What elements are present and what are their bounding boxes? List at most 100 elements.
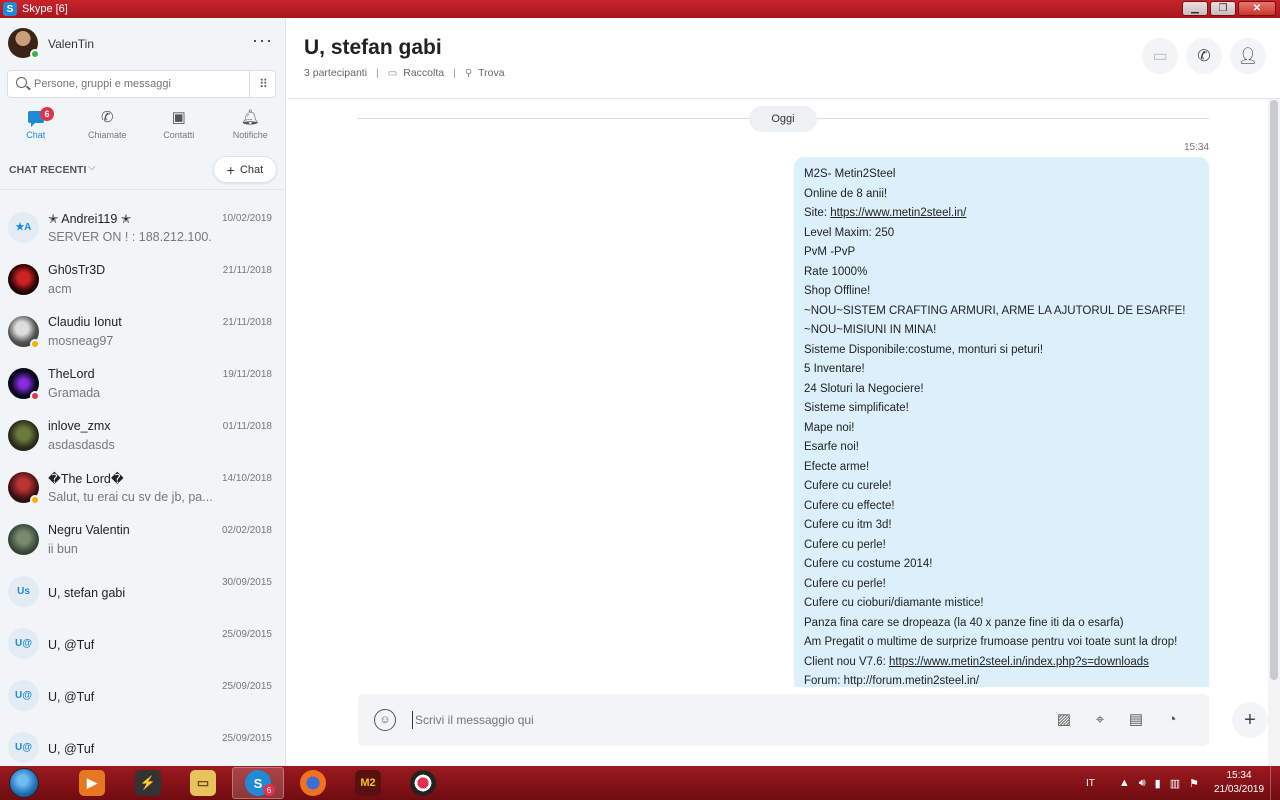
conversation-meta: 3 partecipanti | ▭ Raccolta | ⚲ Trova	[304, 67, 505, 79]
message-line: Panza fina care se dropeaza (la 40 x pan…	[804, 616, 1124, 629]
chat-preview: asdasdasds	[48, 438, 115, 452]
chat-date: 25/09/2015	[221, 733, 272, 744]
scrollbar[interactable]	[1268, 99, 1280, 766]
contact-card-icon[interactable]: ▤	[1124, 706, 1148, 732]
audio-call-button[interactable]: ✆	[1186, 38, 1222, 74]
chat-preview: SERVER ON ! : 188.212.100.	[48, 230, 212, 244]
chat-preview: Gramada	[48, 386, 101, 400]
window-title: Skype [6]	[22, 3, 68, 15]
chat-list-item[interactable]: Negru Valentin 02/02/2018 ii bun	[0, 515, 285, 567]
tab-notifications[interactable]: 🔔︎ Notifiche	[215, 106, 286, 152]
new-chat-label: Chat	[239, 163, 264, 176]
chat-name: Gh0sTr3D	[48, 263, 106, 277]
plus-icon: +	[226, 161, 235, 178]
chat-date: 21/11/2018	[222, 317, 272, 328]
add-participant-button[interactable]: 👤︎	[1230, 38, 1266, 74]
clock-time: 15:34	[1226, 770, 1252, 781]
tray-arrow-icon[interactable]: ▲	[1119, 777, 1130, 789]
lightning-app-icon: ⚡	[135, 770, 161, 796]
system-clock[interactable]: 15:34 21/03/2019	[1208, 769, 1270, 797]
skype-icon: S	[3, 2, 17, 16]
language-indicator[interactable]: IT	[1086, 778, 1095, 789]
profile-name[interactable]: ValenTin	[48, 37, 94, 51]
taskbar-firefox[interactable]	[287, 767, 339, 799]
chat-name: Negru Valentin	[48, 523, 130, 537]
chat-list-item[interactable]: Claudiu Ionut 21/11/2018 mosneag97	[0, 307, 285, 359]
network-icon[interactable]: ▥	[1170, 777, 1180, 790]
scrollbar-thumb[interactable]	[1270, 100, 1278, 680]
chat-date: 21/11/2018	[222, 265, 272, 276]
message-line: PvM -PvP	[804, 246, 856, 258]
chat-preview: Salut, tu erai cu sv de jb, pa...	[48, 490, 213, 504]
message-bubble[interactable]: M2S- Metin2Steel Online de 8 anii! Site:…	[794, 157, 1209, 687]
participants-link[interactable]: 3 partecipanti	[304, 67, 367, 79]
chat-name: �The Lord�	[48, 472, 124, 486]
site-link[interactable]: https://www.metin2steel.in/	[830, 207, 966, 219]
close-button[interactable]: ✕	[1238, 1, 1276, 16]
chat-list-item[interactable]: Gh0sTr3D 21/11/2018 acm	[0, 255, 285, 307]
tab-contacts[interactable]: ▣ Contatti	[143, 106, 215, 152]
chevron-down-icon[interactable]: ⌵	[88, 162, 96, 173]
new-chat-button[interactable]: + Chat	[213, 156, 277, 183]
chat-name: U, @Tuf	[48, 690, 95, 704]
window-titlebar: S Skype [6] ▁ ❐ ✕	[0, 0, 1280, 18]
chat-list-item[interactable]: ✭A ✭ Andrei119 ✭ 10/02/2019 SERVER ON ! …	[0, 203, 285, 255]
chat-preview: acm	[48, 282, 72, 296]
message-input[interactable]	[412, 711, 972, 729]
sidebar: ValenTin ··· ⠿ 6 Chat ✆ Chiamate ▣ Conta…	[0, 18, 286, 766]
chat-date: 25/09/2015	[221, 629, 272, 640]
more-options-button[interactable]: ···	[252, 30, 273, 51]
taskbar-skype[interactable]: S 6	[232, 767, 284, 799]
power-icon[interactable]: ▮	[1155, 777, 1161, 790]
taskbar-metin2[interactable]: M2	[342, 767, 394, 799]
volume-icon[interactable]: 🔊︎	[1139, 777, 1146, 790]
chat-name: TheLord	[48, 367, 95, 381]
start-button[interactable]	[4, 766, 44, 800]
search-input[interactable]	[34, 76, 244, 92]
chat-list-item[interactable]: Us U, stefan gabi 30/09/2015	[0, 567, 285, 619]
taskbar-recorder[interactable]	[397, 767, 449, 799]
chat-list-item[interactable]: U@ U, @Tuf 25/09/2015	[0, 671, 285, 723]
action-center-icon[interactable]: ⚑	[1189, 777, 1199, 790]
message-line: Sisteme simplificate!	[804, 402, 909, 414]
recent-chats-label[interactable]: CHAT RECENTI	[9, 164, 86, 176]
client-download-link[interactable]: https://www.metin2steel.in/index.php?s=d…	[889, 656, 1149, 668]
taskbar-app[interactable]: ⚡	[122, 767, 174, 799]
video-camera-icon: ▭	[1152, 48, 1168, 65]
emoji-icon[interactable]: ☺	[374, 709, 396, 731]
bell-icon: 🔔︎	[240, 109, 260, 126]
conversation-title[interactable]: U, stefan gabi	[304, 36, 442, 60]
location-icon[interactable]: ⌖	[1088, 706, 1112, 732]
taskbar-media-player[interactable]: ▶	[66, 767, 118, 799]
find-link[interactable]: Trova	[478, 67, 504, 79]
chat-list-item[interactable]: �The Lord� 14/10/2018 Salut, tu erai cu …	[0, 463, 285, 515]
chat-list-item[interactable]: TheLord 19/11/2018 Gramada	[0, 359, 285, 411]
phone-icon: ✆	[1197, 48, 1211, 65]
chat-date: 25/09/2015	[221, 681, 272, 692]
video-call-button[interactable]: ▭	[1142, 38, 1178, 74]
message-line-prefix: Site:	[804, 207, 831, 219]
message-line: Efecte arme!	[804, 460, 870, 473]
separator: |	[453, 67, 456, 79]
tab-calls[interactable]: ✆ Chiamate	[72, 106, 144, 152]
maximize-button[interactable]: ❐	[1210, 1, 1236, 16]
chat-date: 14/10/2018	[221, 473, 272, 484]
message-line: ~NOU~MISIUNI IN MINA!	[804, 324, 937, 336]
message-line: Cufere cu costume 2014!	[804, 558, 933, 570]
taskbar-explorer[interactable]: ▭	[177, 767, 229, 799]
tab-chat[interactable]: 6 Chat	[0, 106, 72, 152]
dialpad-icon[interactable]: ⠿	[249, 71, 277, 97]
media-gallery-icon[interactable]: ▨	[1052, 706, 1076, 732]
show-desktop-button[interactable]	[1270, 766, 1280, 800]
avatar: ✭A	[8, 212, 39, 243]
separator: |	[376, 67, 379, 79]
chat-list-item[interactable]: U@ U, @Tuf 25/09/2015	[0, 619, 285, 671]
minimize-button[interactable]: ▁	[1182, 1, 1208, 16]
gallery-link[interactable]: Raccolta	[403, 67, 444, 79]
poll-icon[interactable]: ◔	[1160, 706, 1184, 732]
chat-list-item[interactable]: U@ U, @Tuf 25/09/2015	[0, 723, 285, 766]
add-content-button[interactable]: +	[1232, 702, 1268, 738]
message-line: Client nou V7.6: https://www.metin2steel…	[804, 653, 1199, 673]
search-icon: ⚲	[464, 67, 473, 79]
chat-list-item[interactable]: inlove_zmx 01/11/2018 asdasdasds	[0, 411, 285, 463]
